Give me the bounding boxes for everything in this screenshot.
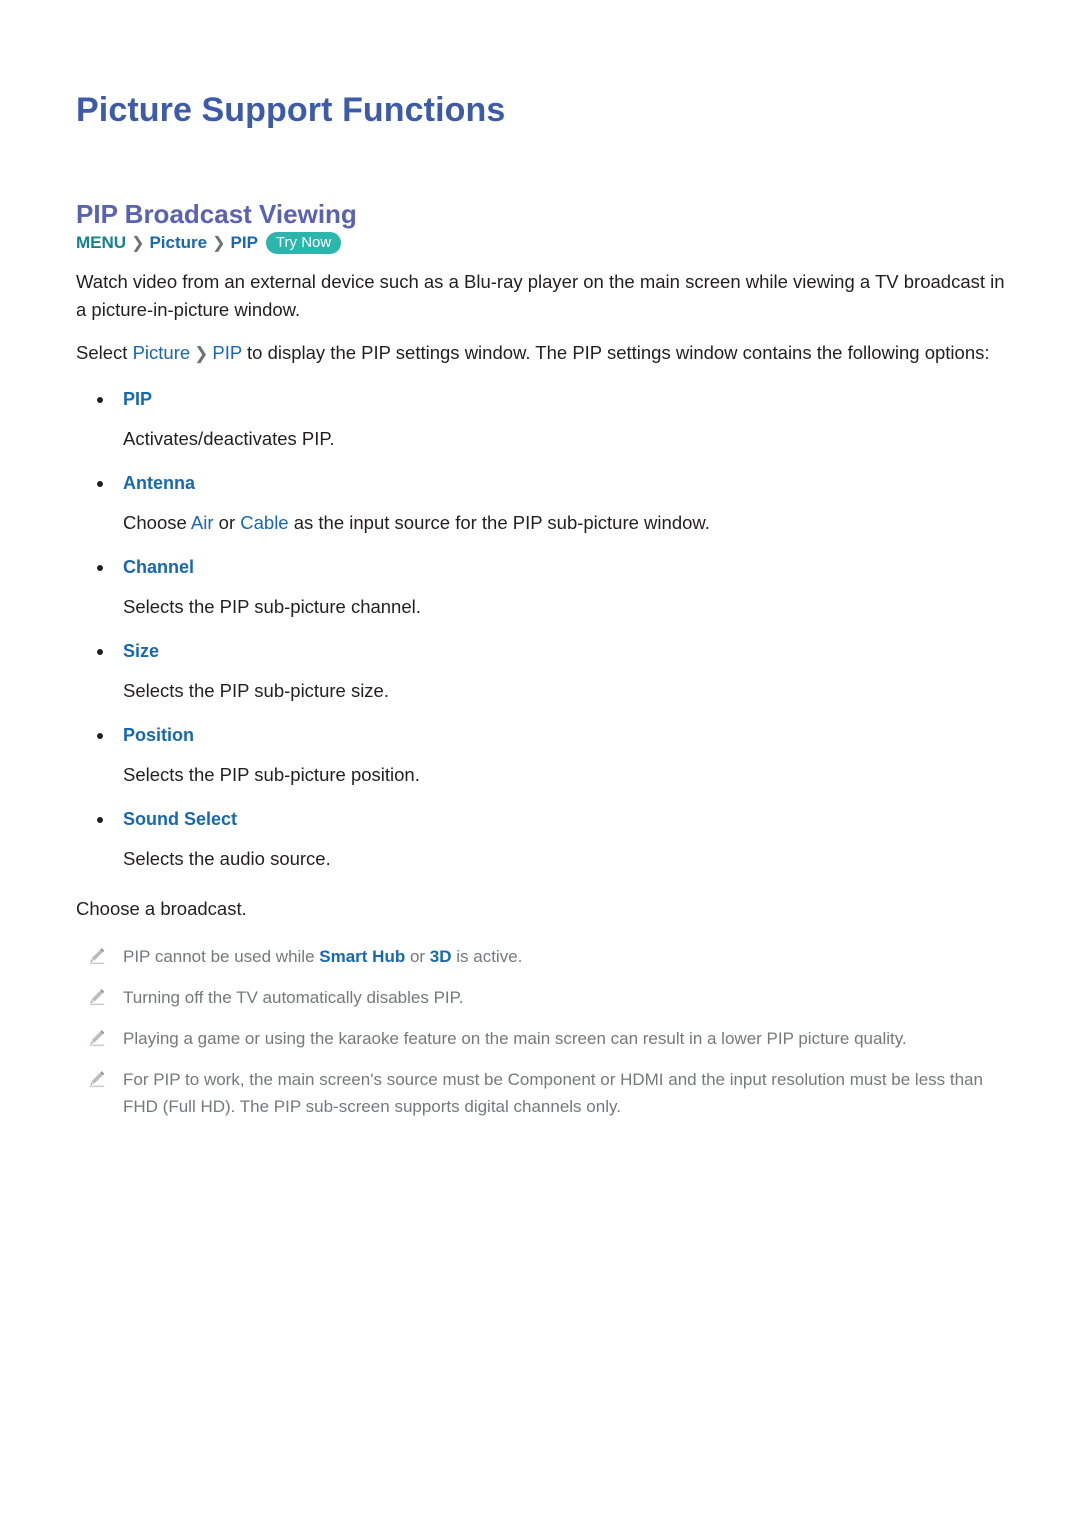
pencil-icon — [87, 946, 107, 966]
desc-prefix: Choose — [123, 512, 191, 533]
list-item: Size Selects the PIP sub-picture size. — [76, 638, 1006, 705]
option-label: PIP — [123, 389, 153, 409]
list-item: Sound Select Selects the audio source. — [76, 806, 1006, 873]
option-label: Channel — [123, 557, 195, 577]
try-now-badge[interactable]: Try Now — [265, 232, 342, 254]
option-description: Choose Air or Cable as the input source … — [76, 509, 1006, 537]
pencil-icon — [87, 987, 107, 1007]
breadcrumb-item-picture[interactable]: Picture — [149, 233, 207, 252]
bullet-icon — [97, 733, 103, 739]
note-text: Turning off the TV automatically disable… — [123, 988, 464, 1007]
section-title: PIP Broadcast Viewing — [76, 198, 357, 229]
intro-paragraph-1: Watch video from an external device such… — [76, 271, 1005, 320]
option-description: Selects the PIP sub-picture position. — [123, 764, 420, 785]
desc-suffix: as the input source for the PIP sub-pict… — [288, 512, 710, 533]
note-item: Playing a game or using the karaoke feat… — [76, 1025, 1006, 1052]
option-name-antenna: Antenna — [76, 470, 1006, 496]
note-item: PIP cannot be used while Smart Hub or 3D… — [76, 943, 1006, 970]
bullet-icon — [97, 649, 103, 655]
intro-p2-prefix: Select — [76, 342, 133, 363]
link-air[interactable]: Air — [191, 512, 214, 533]
list-item: Antenna Choose Air or Cable as the input… — [76, 470, 1006, 537]
note-text: Playing a game or using the karaoke feat… — [123, 1029, 907, 1048]
note-prefix: PIP cannot be used while — [123, 947, 320, 966]
option-label: Position — [123, 725, 194, 745]
option-description: Activates/deactivates PIP. — [123, 428, 335, 449]
options-list: PIP Activates/deactivates PIP. Antenna C… — [76, 386, 1006, 873]
option-name-pip: PIP — [76, 386, 1006, 412]
note-item: Turning off the TV automatically disable… — [76, 984, 1006, 1011]
link-3d[interactable]: 3D — [430, 947, 452, 966]
list-item: PIP Activates/deactivates PIP. — [76, 386, 1006, 453]
option-description: Selects the PIP sub-picture size. — [123, 680, 389, 701]
link-smart-hub[interactable]: Smart Hub — [319, 947, 405, 966]
bullet-icon — [97, 817, 103, 823]
link-pip[interactable]: PIP — [212, 342, 241, 363]
breadcrumb: MENU ❯ Picture ❯ PIP Try Now — [76, 231, 342, 256]
intro-paragraph-2: Select Picture ❯ PIP to display the PIP se… — [76, 339, 1006, 368]
notes-section: PIP cannot be used while Smart Hub or 3D… — [76, 943, 1006, 1120]
chevron-right-icon: ❯ — [194, 344, 209, 363]
document-page: Picture Support Functions PIP Broadcast … — [0, 0, 1080, 1527]
option-description: Selects the audio source. — [123, 848, 331, 869]
link-picture[interactable]: Picture — [133, 342, 191, 363]
option-name-channel: Channel — [76, 554, 1006, 580]
option-name-sound-select: Sound Select — [76, 806, 1006, 832]
main-content: Watch video from an external device such… — [76, 268, 1006, 1120]
option-name-position: Position — [76, 722, 1006, 748]
breadcrumb-item-pip[interactable]: PIP — [231, 233, 258, 252]
breadcrumb-root[interactable]: MENU — [76, 233, 126, 252]
link-cable[interactable]: Cable — [240, 512, 288, 533]
note-text: For PIP to work, the main screen's sourc… — [123, 1070, 983, 1116]
desc-mid: or — [213, 512, 241, 533]
note-suffix: is active. — [451, 947, 523, 966]
bullet-icon — [97, 481, 103, 487]
option-label: Size — [123, 641, 160, 661]
note-item: For PIP to work, the main screen's sourc… — [76, 1066, 1006, 1120]
pencil-icon — [87, 1028, 107, 1048]
intro-p2-suffix: to display the PIP settings window. The … — [241, 342, 990, 363]
bullet-icon — [97, 565, 103, 571]
option-label: Sound Select — [123, 809, 238, 829]
option-label: Antenna — [123, 473, 195, 493]
pencil-icon — [87, 1069, 107, 1089]
note-mid: or — [405, 947, 430, 966]
list-item: Position Selects the PIP sub-picture pos… — [76, 722, 1006, 789]
chevron-right-icon: ❯ — [212, 235, 226, 252]
option-name-size: Size — [76, 638, 1006, 664]
bullet-icon — [97, 397, 103, 403]
chevron-right-icon: ❯ — [131, 235, 145, 252]
list-item: Channel Selects the PIP sub-picture chan… — [76, 554, 1006, 621]
page-title: Picture Support Functions — [76, 90, 506, 129]
option-description: Selects the PIP sub-picture channel. — [123, 596, 421, 617]
closing-line: Choose a broadcast. — [76, 898, 247, 919]
